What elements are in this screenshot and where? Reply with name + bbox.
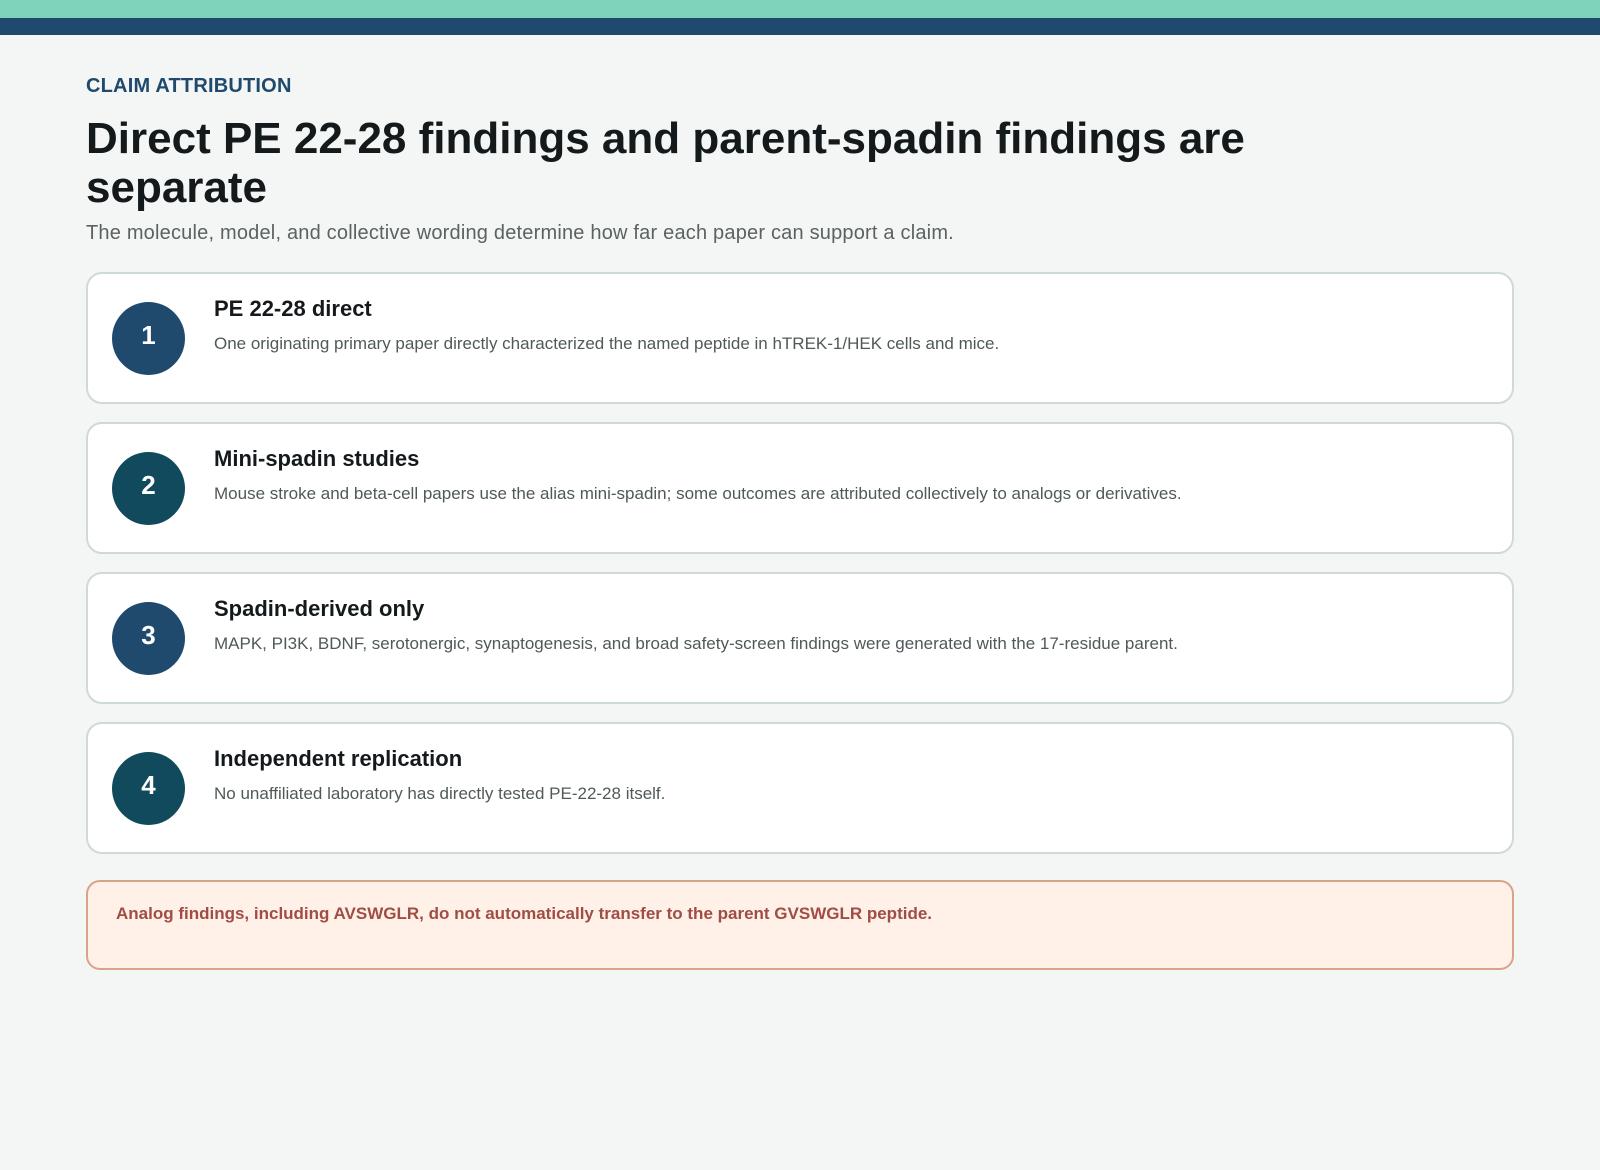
step-number-badge: 4 — [112, 752, 185, 825]
section-eyebrow: CLAIM ATTRIBUTION — [86, 75, 292, 97]
step-number-badge: 3 — [112, 602, 185, 675]
claim-card: 1 PE 22-28 direct One originating primar… — [86, 272, 1514, 404]
caution-notice: Analog findings, including AVSWGLR, do n… — [86, 880, 1514, 970]
claim-card: 3 Spadin-derived only MAPK, PI3K, BDNF, … — [86, 572, 1514, 704]
card-description: MAPK, PI3K, BDNF, serotonergic, synaptog… — [214, 634, 1178, 653]
card-title: Independent replication — [214, 746, 463, 771]
card-title: Spadin-derived only — [214, 596, 425, 621]
step-number-badge: 2 — [112, 452, 185, 525]
claim-card: 4 Independent replication No unaffiliate… — [86, 722, 1514, 854]
claim-card: 2 Mini-spadin studies Mouse stroke and b… — [86, 422, 1514, 554]
claim-card-list: 1 PE 22-28 direct One originating primar… — [86, 272, 1514, 854]
header-band — [0, 18, 1600, 35]
card-description: No unaffiliated laboratory has directly … — [214, 784, 666, 803]
caution-notice-text: Analog findings, including AVSWGLR, do n… — [116, 904, 933, 923]
card-title: PE 22-28 direct — [214, 296, 372, 321]
main-content: CLAIM ATTRIBUTION Direct PE 22-28 findin… — [86, 72, 1514, 970]
card-title: Mini-spadin studies — [214, 446, 420, 471]
page-subtitle: The molecule, model, and collective word… — [86, 222, 954, 244]
page-title: Direct PE 22-28 findings and parent-spad… — [86, 114, 1245, 212]
card-description: One originating primary paper directly c… — [214, 334, 1000, 353]
step-number-badge: 1 — [112, 302, 185, 375]
top-accent-band — [0, 0, 1600, 18]
card-description: Mouse stroke and beta-cell papers use th… — [214, 484, 1182, 503]
